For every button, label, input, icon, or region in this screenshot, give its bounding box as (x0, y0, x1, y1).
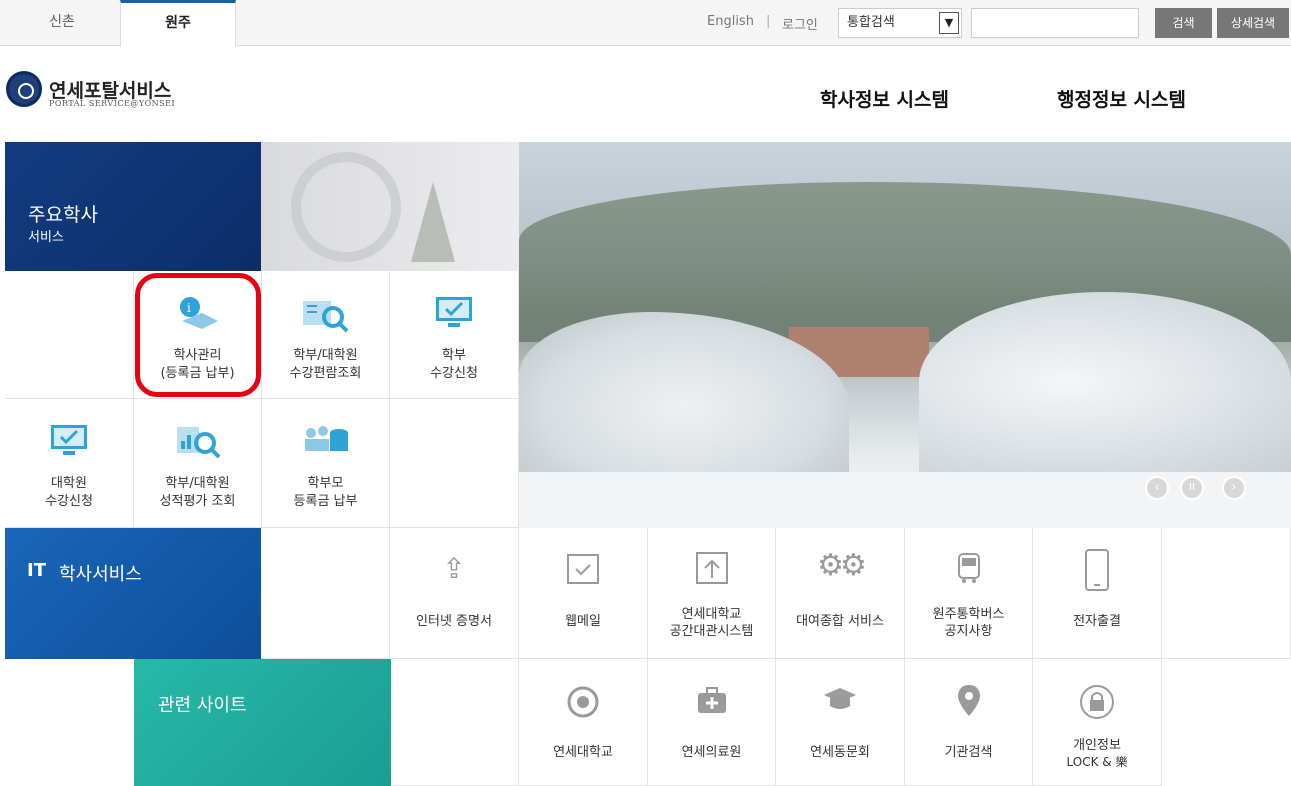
related-tile-2[interactable]: 연세의료원 (648, 659, 776, 786)
graduation-cap-icon (824, 688, 856, 709)
upload-box-icon (695, 552, 728, 584)
highlight-annotation (135, 273, 261, 397)
location-pin-icon (957, 685, 980, 716)
it-tile-label: 전자출결 (1073, 614, 1121, 629)
academic-section-title: 주요학사 (28, 204, 98, 226)
it-tile-label: 공지사항 (944, 624, 993, 639)
nav-academic-system[interactable]: 학사정보 시스템 (820, 85, 949, 112)
search-input[interactable] (971, 8, 1139, 38)
nav-admin-system[interactable]: 행정정보 시스템 (1057, 85, 1186, 112)
it-tile-6[interactable]: 전자출결 (1033, 528, 1162, 659)
empty-tile (5, 271, 134, 399)
it-tile-4[interactable]: ⚙⚙ 대여종합 서비스 (776, 528, 905, 659)
it-tile-1[interactable]: ⇪ 인터넷 증명서 (390, 528, 519, 659)
it-tile-3[interactable]: 연세대학교 공간대관시스템 (648, 528, 776, 659)
search-scope-select[interactable]: 통합검색 ▼ (838, 8, 962, 38)
it-tile-label: 웹메일 (565, 614, 601, 629)
chart-search-icon (176, 427, 220, 459)
campus-emblem-image (261, 142, 519, 271)
academic-section-header: 주요학사 서비스 (5, 142, 261, 271)
academic-tile-2[interactable]: 학부/대학원 수강편람조회 (262, 271, 390, 399)
academic-tile-label: 수강신청 (430, 366, 478, 381)
advanced-search-button[interactable]: 상세검색 (1217, 8, 1289, 38)
related-tile-label: 기관검색 (944, 745, 993, 760)
it-section-prefix: IT (27, 560, 46, 581)
frosted-trees-shape (919, 292, 1291, 472)
related-tile-label: 연세대학교 (553, 745, 613, 760)
it-tile-label: 대여종합 서비스 (796, 614, 884, 629)
monitor-check-icon (436, 297, 472, 327)
related-tile-5[interactable]: 개인정보 LOCK & 樂 (1033, 659, 1162, 786)
yonsei-emblem-icon[interactable] (6, 71, 42, 107)
lock-icon (1080, 685, 1114, 719)
related-tile-3[interactable]: 연세동문회 (776, 659, 905, 786)
mobile-icon (1085, 549, 1109, 591)
search-scope-value: 통합검색 (847, 15, 895, 30)
share-icon: ⇪ (442, 552, 466, 585)
medical-kit-icon (697, 687, 726, 713)
emblem-icon (567, 686, 599, 718)
snow-ground (519, 472, 1291, 528)
carousel-next-button[interactable]: › (1222, 476, 1246, 500)
it-tile-label: 연세대학교 (681, 607, 742, 622)
academic-tile-label: 대학원 (51, 476, 87, 491)
related-tile-label: 연세동문회 (810, 745, 870, 760)
related-tile-label: 연세의료원 (681, 745, 742, 760)
related-tile-1[interactable]: 연세대학교 (519, 659, 648, 786)
academic-tile-label: 학부/대학원 (165, 476, 230, 491)
search-button[interactable]: 검색 (1155, 8, 1212, 38)
academic-tile-label: 수강신청 (45, 494, 93, 509)
related-tile-label: LOCK & 樂 (1066, 755, 1128, 769)
tree-icon (411, 182, 455, 262)
carousel-prev-button[interactable]: ‹ (1145, 476, 1169, 500)
related-tile-4[interactable]: 기관검색 (905, 659, 1033, 786)
campus-winter-photo (519, 142, 1291, 528)
academic-tile-4[interactable]: 대학원 수강신청 (5, 399, 134, 528)
english-link[interactable]: English (707, 14, 754, 29)
empty-tile (1162, 528, 1291, 659)
it-tile-2[interactable]: 웹메일 (519, 528, 648, 659)
academic-tile-label: 학부/대학원 (293, 348, 358, 363)
empty-tile (390, 399, 519, 528)
top-separator: | (766, 14, 771, 29)
monitor-check-icon (51, 425, 87, 455)
parents-coins-icon (304, 426, 348, 451)
login-link[interactable]: 로그인 (782, 14, 818, 33)
carousel-pause-button[interactable]: II (1180, 476, 1204, 500)
related-section-title: 관련 사이트 (158, 695, 247, 716)
watermark-emblem-icon (291, 152, 401, 262)
gears-icon: ⚙⚙ (817, 548, 867, 583)
logo-subtitle: PORTAL SERVICE@YONSEI (49, 99, 176, 108)
academic-tile-label: 수강편람조회 (289, 366, 362, 381)
empty-tile (391, 659, 519, 786)
academic-tile-label: 등록금 납부 (293, 494, 358, 509)
related-tile-label: 개인정보 (1073, 738, 1121, 753)
it-tile-label: 공간대관시스템 (669, 624, 754, 639)
mail-check-icon (567, 554, 599, 584)
academic-tile-3[interactable]: 학부 수강신청 (390, 271, 519, 399)
book-search-icon (302, 301, 348, 333)
it-tile-label: 원주통학버스 (932, 607, 1005, 622)
related-section-header: 관련 사이트 (134, 659, 391, 786)
academic-tile-label: 학부 (442, 348, 466, 363)
chevron-down-icon[interactable]: ▼ (939, 12, 959, 34)
tab-sinchon[interactable]: 신촌 (4, 0, 120, 46)
academic-tile-label: 성적평가 조회 (159, 494, 236, 509)
it-tile-label: 인터넷 증명서 (416, 614, 492, 629)
academic-tile-label: 학부모 (307, 476, 344, 491)
academic-tile-5[interactable]: 학부/대학원 성적평가 조회 (134, 399, 262, 528)
bus-icon (957, 553, 980, 583)
it-tile-5[interactable]: 원주통학버스 공지사항 (905, 528, 1033, 659)
it-section-title: 학사서비스 (59, 564, 142, 585)
tab-wonju[interactable]: 원주 (120, 0, 236, 47)
it-section-header: IT 학사서비스 (5, 528, 261, 659)
academic-section-subtitle: 서비스 (28, 230, 64, 245)
academic-tile-6[interactable]: 학부모 등록금 납부 (262, 399, 390, 528)
empty-tile (261, 528, 390, 659)
